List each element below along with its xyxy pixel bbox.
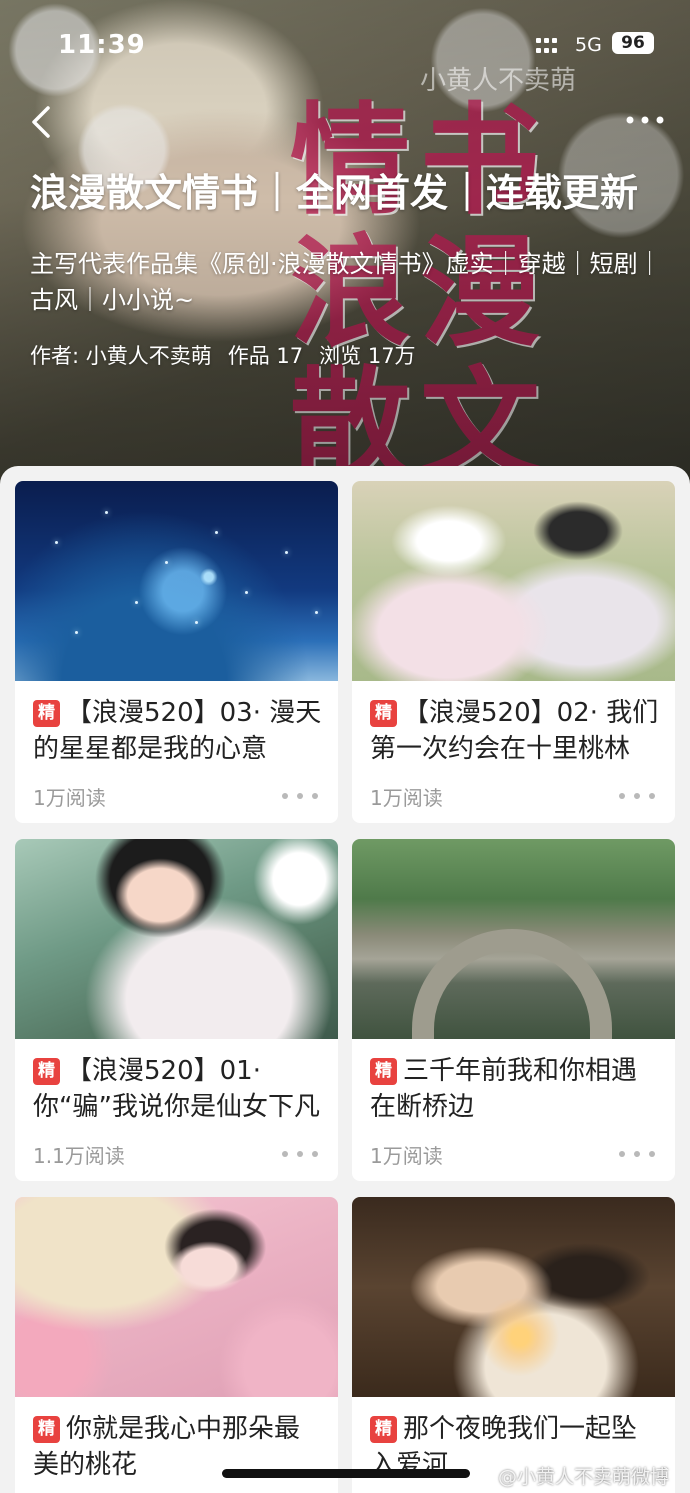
article-card[interactable]: 精【浪漫520】01· 你“骗”我说你是仙女下凡 1.1万阅读 xyxy=(15,839,338,1181)
featured-badge: 精 xyxy=(370,1416,397,1443)
featured-badge: 精 xyxy=(370,700,397,727)
peach-blossom-image xyxy=(15,1197,338,1397)
night-couple-image xyxy=(352,1197,675,1397)
card-more-icon[interactable] xyxy=(282,793,322,799)
works-count: 作品 17 xyxy=(227,344,304,368)
featured-badge: 精 xyxy=(370,1058,397,1085)
status-bar: 11:39 5G 96 xyxy=(0,0,690,90)
hanfu-lady-image xyxy=(15,839,338,1039)
collection-meta: 作者: 小黄人不卖萌 作品 17 浏览 17万 xyxy=(30,340,665,370)
article-title: 精【浪漫520】02· 我们第一次约会在十里桃林 xyxy=(370,698,659,764)
status-time: 11:39 xyxy=(58,30,146,60)
featured-badge: 精 xyxy=(33,1416,60,1443)
featured-badge: 精 xyxy=(33,700,60,727)
article-card[interactable]: 精那个夜晚我们一起坠入爱河 xyxy=(352,1197,675,1493)
read-count: 1万阅读 xyxy=(33,785,106,810)
hanfu-couple-image xyxy=(352,481,675,681)
more-horizontal-icon xyxy=(626,116,664,124)
chevron-left-icon xyxy=(32,106,50,138)
article-card[interactable]: 精【浪漫520】03· 漫天的星星都是我的心意 1万阅读 xyxy=(15,481,338,823)
back-button[interactable] xyxy=(28,104,58,140)
collection-description: 主写代表作品集《原创·浪漫散文情书》虚实｜穿越｜短剧｜古风｜小小说~ xyxy=(30,250,662,314)
read-count: 1.1万阅读 xyxy=(33,1143,125,1168)
article-card[interactable]: 精你就是我心中那朵最美的桃花 xyxy=(15,1197,338,1493)
stone-bridge-image xyxy=(352,839,675,1039)
articles-panel: 精【浪漫520】03· 漫天的星星都是我的心意 1万阅读 精【浪漫520】02·… xyxy=(0,466,690,1493)
more-options-button[interactable] xyxy=(620,110,670,130)
read-count: 1万阅读 xyxy=(370,1143,443,1168)
article-card[interactable]: 精【浪漫520】02· 我们第一次约会在十里桃林 1万阅读 xyxy=(352,481,675,823)
battery-icon: 96 xyxy=(612,32,654,54)
article-title: 精三千年前我和你相遇在断桥边 xyxy=(370,1056,638,1122)
views-count: 浏览 17万 xyxy=(319,344,416,368)
card-more-icon[interactable] xyxy=(619,793,659,799)
starry-sky-image xyxy=(15,481,338,681)
card-more-icon[interactable] xyxy=(282,1151,322,1157)
read-count: 1万阅读 xyxy=(370,785,443,810)
article-grid: 精【浪漫520】03· 漫天的星星都是我的心意 1万阅读 精【浪漫520】02·… xyxy=(15,481,675,1493)
weibo-watermark: @小黄人不卖萌微博 xyxy=(498,1466,670,1488)
article-title: 精【浪漫520】03· 漫天的星星都是我的心意 xyxy=(33,698,322,764)
network-type: 5G xyxy=(575,34,602,56)
author-label[interactable]: 作者: 小黄人不卖萌 xyxy=(30,340,212,370)
home-indicator[interactable] xyxy=(222,1469,470,1478)
collection-title: 浪漫散文情书｜全网首发｜连载更新 xyxy=(30,171,639,215)
featured-badge: 精 xyxy=(33,1058,60,1085)
banner-watermark: 小黄人不卖萌 xyxy=(420,66,577,96)
article-card[interactable]: 精三千年前我和你相遇在断桥边 1万阅读 xyxy=(352,839,675,1181)
collection-info: 浪漫散文情书｜全网首发｜连载更新 主写代表作品集《原创·浪漫散文情书》虚实｜穿越… xyxy=(30,168,665,370)
signal-icon xyxy=(536,38,558,54)
card-more-icon[interactable] xyxy=(619,1151,659,1157)
article-title: 精【浪漫520】01· 你“骗”我说你是仙女下凡 xyxy=(33,1056,320,1122)
